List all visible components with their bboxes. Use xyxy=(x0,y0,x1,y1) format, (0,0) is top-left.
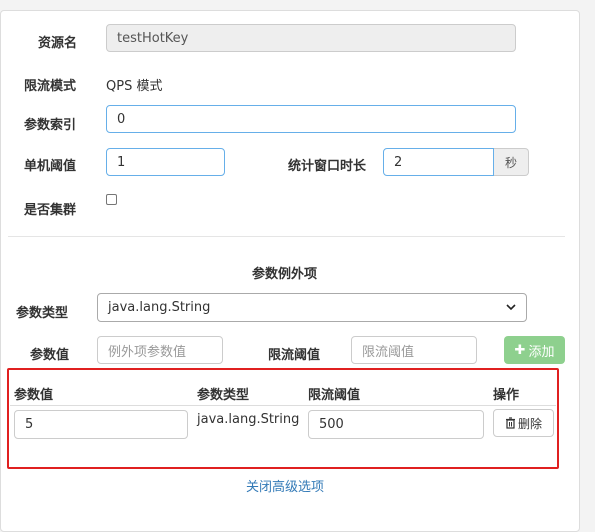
param-index-input[interactable]: 0 xyxy=(106,105,516,133)
window-unit-addon: 秒 xyxy=(494,148,529,176)
divider xyxy=(8,236,565,237)
param-type-selected: java.lang.String xyxy=(108,300,211,315)
threshold-label: 单机阈值 xyxy=(24,159,77,174)
highlight-box xyxy=(7,368,559,469)
limit-threshold-placeholder: 限流阈值 xyxy=(362,344,415,360)
window-duration-label: 统计窗口时长 xyxy=(288,159,367,174)
param-index-label: 参数索引 xyxy=(24,118,77,133)
add-exception-button[interactable]: ✚ 添加 xyxy=(504,336,565,364)
param-type-select[interactable]: java.lang.String xyxy=(97,293,527,322)
param-index-value: 0 xyxy=(117,111,126,127)
chevron-down-icon xyxy=(506,304,516,311)
threshold-value: 1 xyxy=(117,154,126,170)
exceptions-section-title: 参数例外项 xyxy=(252,267,318,282)
resource-name-value: testHotKey xyxy=(117,30,189,46)
limit-threshold-label: 限流阈值 xyxy=(268,348,321,363)
limit-mode-value: QPS 模式 xyxy=(106,79,163,94)
scrollbar[interactable] xyxy=(584,0,595,511)
resource-name-label: 资源名 xyxy=(38,36,78,51)
threshold-input[interactable]: 1 xyxy=(106,148,225,176)
close-advanced-options-link[interactable]: 关闭高级选项 xyxy=(246,476,324,495)
param-value-input[interactable]: 例外项参数值 xyxy=(97,336,223,364)
plus-icon: ✚ xyxy=(514,342,526,358)
param-value-placeholder: 例外项参数值 xyxy=(108,344,187,360)
param-type-label: 参数类型 xyxy=(16,306,69,321)
limit-mode-label: 限流模式 xyxy=(24,79,77,94)
limit-threshold-input[interactable]: 限流阈值 xyxy=(351,336,477,364)
add-button-label: 添加 xyxy=(528,344,555,360)
cluster-checkbox[interactable] xyxy=(106,194,117,205)
cluster-label: 是否集群 xyxy=(24,203,77,218)
window-duration-value: 2 xyxy=(394,154,403,170)
resource-name-field: testHotKey xyxy=(106,24,516,52)
window-duration-input[interactable]: 2 xyxy=(383,148,494,176)
param-value-label: 参数值 xyxy=(30,348,70,363)
